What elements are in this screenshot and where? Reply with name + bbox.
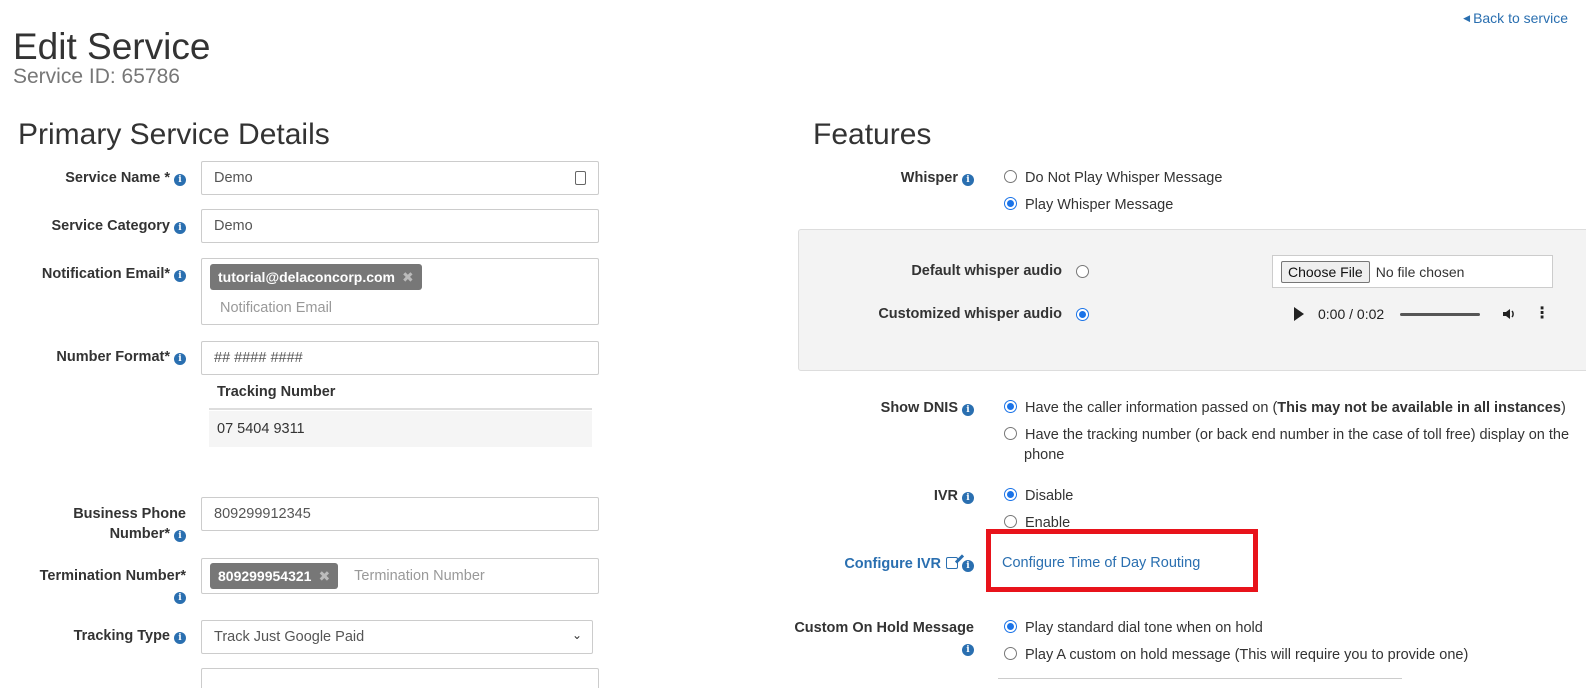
radio-button[interactable]: [1004, 515, 1017, 528]
info-icon[interactable]: i: [174, 592, 186, 604]
on-hold-label: Custom On Hold Message i: [794, 620, 974, 656]
info-icon[interactable]: i: [174, 222, 186, 234]
back-link-label: Back to service: [1473, 10, 1568, 26]
features-section-title: Features: [813, 118, 932, 151]
info-icon[interactable]: i: [174, 530, 186, 542]
service-category-value: Demo: [214, 218, 253, 234]
notification-email-label: Notification Email* i: [20, 264, 186, 284]
radio-button[interactable]: [1004, 647, 1017, 660]
service-category-input[interactable]: Demo: [201, 209, 599, 243]
radio-button-selected[interactable]: [1004, 620, 1017, 633]
info-icon[interactable]: i: [962, 644, 974, 656]
termination-tag: 809299954321 ✖: [210, 563, 339, 589]
volume-icon[interactable]: [1502, 307, 1516, 321]
notification-email-input[interactable]: tutorial@delaconcorp.com ✖ Notification E…: [201, 258, 599, 325]
service-id: Service ID: 65786: [13, 65, 180, 88]
on-hold-option-custom[interactable]: Play A custom on hold message (This will…: [1004, 645, 1468, 665]
tracking-number-header: Tracking Number: [209, 381, 592, 410]
audio-progress-bar[interactable]: [1400, 312, 1481, 316]
info-icon[interactable]: i: [174, 632, 186, 644]
primary-section-title: Primary Service Details: [18, 118, 330, 151]
edit-icon[interactable]: [946, 557, 958, 569]
termination-number-label: Termination Number* i: [39, 568, 186, 604]
custom-whisper-audio-label: Customized whisper audio: [878, 306, 1062, 322]
business-phone-value: 809299912345: [214, 506, 311, 522]
audio-player[interactable]: 0:00 / 0:02 ⋮: [1276, 296, 1566, 332]
tracking-type-label: Tracking Type i: [20, 626, 186, 646]
ivr-label: IVR i: [800, 486, 974, 506]
info-icon[interactable]: i: [962, 560, 974, 572]
service-name-label: Service Name * i: [20, 168, 186, 188]
ivr-option-disable[interactable]: Disable: [1004, 486, 1073, 506]
info-icon[interactable]: i: [174, 174, 186, 186]
custom-whisper-radio[interactable]: [1076, 307, 1089, 325]
info-icon[interactable]: i: [962, 404, 974, 416]
info-icon[interactable]: i: [962, 492, 974, 504]
highlight-annotation-box: [986, 529, 1258, 592]
info-icon[interactable]: i: [962, 174, 974, 186]
whisper-label: Whisper i: [800, 168, 974, 188]
remove-tag-icon[interactable]: ✖: [318, 568, 330, 585]
dnis-option-tracking-number-line2: phone: [1024, 447, 1065, 463]
default-whisper-audio-label: Default whisper audio: [911, 263, 1062, 279]
service-category-label: Service Category i: [20, 216, 186, 236]
radio-button[interactable]: [1004, 427, 1017, 440]
info-icon[interactable]: i: [174, 353, 186, 365]
number-format-label: Number Format* i: [20, 347, 186, 367]
radio-button-selected[interactable]: [1004, 400, 1017, 413]
next-field-input[interactable]: [201, 668, 599, 688]
tracking-type-value: Track Just Google Paid: [214, 629, 365, 645]
audio-time: 0:00 / 0:02: [1318, 306, 1385, 322]
page-title: Edit Service: [13, 26, 211, 67]
termination-number-input[interactable]: 809299954321 ✖ Termination Number: [201, 558, 599, 594]
no-file-text: No file chosen: [1375, 263, 1465, 280]
termination-number-placeholder: Termination Number: [354, 568, 485, 584]
dnis-option-caller-info[interactable]: Have the caller information passed on (T…: [1004, 398, 1566, 418]
email-tag: tutorial@delaconcorp.com ✖: [210, 264, 422, 290]
service-name-value: Demo: [214, 170, 253, 186]
number-format-value: ## #### ####: [214, 350, 303, 366]
whisper-option-do-not-play[interactable]: Do Not Play Whisper Message: [1004, 168, 1222, 188]
contact-card-icon: [575, 171, 586, 185]
whisper-option-play[interactable]: Play Whisper Message: [1004, 195, 1173, 215]
info-icon[interactable]: i: [174, 270, 186, 282]
more-options-icon[interactable]: ⋮: [1534, 306, 1550, 322]
chevron-down-icon: ⌄: [571, 628, 582, 642]
radio-button[interactable]: [1004, 170, 1017, 183]
notification-email-placeholder: Notification Email: [220, 300, 333, 316]
tracking-number-row: 07 5404 9311: [209, 411, 592, 447]
default-whisper-radio[interactable]: [1076, 264, 1089, 282]
radio-button-selected[interactable]: [1004, 488, 1017, 501]
on-hold-option-standard[interactable]: Play standard dial tone when on hold: [1004, 618, 1263, 638]
tracking-type-select[interactable]: Track Just Google Paid ⌄: [201, 620, 593, 654]
divider: [998, 678, 1402, 679]
service-name-input[interactable]: Demo: [201, 161, 599, 195]
ivr-option-enable[interactable]: Enable: [1004, 513, 1070, 529]
dnis-option-tracking-number[interactable]: Have the tracking number (or back end nu…: [1004, 425, 1569, 445]
configure-ivr-link[interactable]: Configure IVR i: [800, 554, 974, 574]
business-phone-input[interactable]: 809299912345: [201, 497, 599, 531]
remove-tag-icon[interactable]: ✖: [402, 269, 414, 286]
file-input[interactable]: Choose File No file chosen: [1272, 255, 1553, 288]
choose-file-button[interactable]: Choose File: [1281, 260, 1370, 283]
show-dnis-label: Show DNIS i: [800, 398, 974, 418]
back-to-service-link[interactable]: ◀ Back to service: [1463, 10, 1568, 26]
caret-left-icon: ◀: [1463, 13, 1471, 23]
radio-button-selected[interactable]: [1004, 197, 1017, 210]
play-icon[interactable]: [1294, 307, 1304, 321]
business-phone-label: Business Phone Number* i: [73, 506, 186, 542]
number-format-input[interactable]: ## #### ####: [201, 341, 599, 375]
